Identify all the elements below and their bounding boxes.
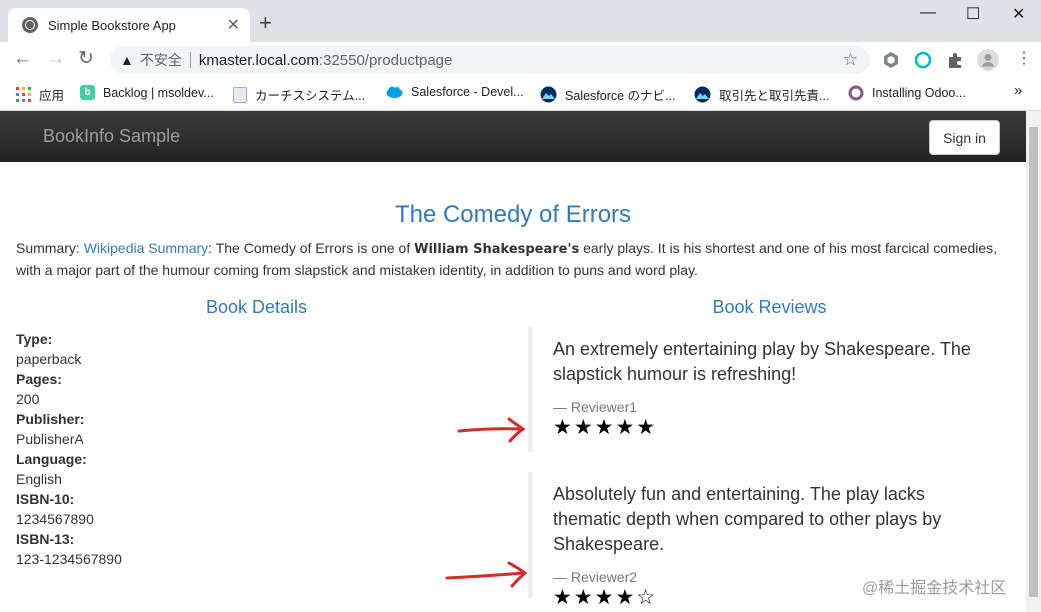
trailhead-icon xyxy=(540,86,557,103)
minimize-icon[interactable]: — xyxy=(920,4,936,22)
page-scrollbar[interactable] xyxy=(1026,111,1041,612)
address-bar[interactable]: ▲ 不安全 kmaster.local.com :32550/productpa… xyxy=(110,46,870,74)
back-arrow-icon[interactable]: ← xyxy=(13,48,32,70)
detail-value: 1234567890 xyxy=(16,511,94,527)
bookmark-label: カーチスシステム... xyxy=(255,89,366,103)
extension-ring-icon[interactable] xyxy=(914,51,932,69)
brand-link[interactable]: BookInfo Sample xyxy=(43,126,180,147)
bookmark-accounts[interactable]: 取引先と取引先責... xyxy=(694,85,829,104)
review-author: — Reviewer1 xyxy=(553,399,638,415)
detail-value: English xyxy=(16,471,62,487)
detail-label: ISBN-13: xyxy=(16,531,75,547)
detail-value: paperback xyxy=(16,351,82,367)
app-navbar: BookInfo Sample Sign in xyxy=(0,111,1026,162)
bookmark-label: 取引先と取引先責... xyxy=(719,89,830,103)
odoo-icon xyxy=(848,85,864,101)
tab-close-icon[interactable]: ✕ xyxy=(227,15,240,35)
security-label[interactable]: 不安全 xyxy=(140,50,182,70)
detail-value: 200 xyxy=(16,391,40,407)
forward-arrow-icon[interactable]: → xyxy=(46,48,65,70)
bookmark-salesforce-dev[interactable]: Salesforce - Devel... xyxy=(386,85,524,99)
document-icon xyxy=(233,86,247,103)
address-divider xyxy=(189,52,191,68)
book-details-list: Type: paperback Pages: 200 Publisher: Pu… xyxy=(16,329,122,569)
tab-strip: Simple Bookstore App ✕ + — ☐ ✕ xyxy=(0,0,1041,42)
url-host[interactable]: kmaster.local.com xyxy=(199,52,319,69)
book-summary: Summary: Wikipedia Summary: The Comedy o… xyxy=(16,238,1006,280)
trailhead-icon xyxy=(694,86,711,103)
summary-text: : The Comedy of Errors is one of xyxy=(208,240,415,256)
book-details-heading: Book Details xyxy=(205,297,308,317)
detail-value: PublisherA xyxy=(16,431,84,447)
maximize-icon[interactable]: ☐ xyxy=(966,4,980,24)
summary-prefix: Summary: xyxy=(16,240,84,256)
bookmark-label: 应用 xyxy=(39,89,65,103)
wikipedia-summary-link[interactable]: Wikipedia Summary xyxy=(84,240,208,256)
globe-icon xyxy=(22,17,38,33)
salesforce-cloud-icon xyxy=(386,86,403,98)
bookmark-label: Salesforce のナビ... xyxy=(565,89,676,103)
kebab-menu-icon[interactable]: ⋮ xyxy=(1016,48,1032,70)
backlog-icon: b xyxy=(80,85,95,100)
reload-icon[interactable]: ↻ xyxy=(78,48,94,70)
watermark: @稀土掘金技术社区 xyxy=(862,580,1007,597)
url-path[interactable]: :32550/productpage xyxy=(319,52,452,69)
bookmarks-bar: 应用 b Backlog | msoldev... カーチスシステム... Sa… xyxy=(0,78,1041,111)
bookmark-salesforce-nav[interactable]: Salesforce のナビ... xyxy=(540,85,675,104)
extensions-puzzle-icon[interactable] xyxy=(946,51,964,69)
bookmark-apps[interactable]: 应用 xyxy=(16,85,64,104)
profile-avatar-icon[interactable] xyxy=(977,49,999,71)
bookmark-label: Backlog | msoldev... xyxy=(103,85,214,100)
sign-in-button[interactable]: Sign in xyxy=(929,120,1000,155)
bookmarks-overflow-icon[interactable]: » xyxy=(1014,82,1022,99)
bookmark-curtis[interactable]: カーチスシステム... xyxy=(233,85,365,104)
detail-label: Publisher: xyxy=(16,411,85,427)
bookmark-backlog[interactable]: b Backlog | msoldev... xyxy=(80,85,214,100)
page-viewport: BookInfo Sample Sign in The Comedy of Er… xyxy=(0,111,1026,612)
detail-label: Pages: xyxy=(16,371,62,387)
scrollbar-thumb[interactable] xyxy=(1029,127,1038,597)
review-text: Absolutely fun and entertaining. The pla… xyxy=(553,484,942,554)
red-arrow-annotation xyxy=(457,417,526,443)
detail-value: 123-1234567890 xyxy=(16,551,122,567)
book-reviews-heading: Book Reviews xyxy=(712,297,827,317)
browser-tab[interactable]: Simple Bookstore App ✕ xyxy=(8,8,250,42)
close-window-icon[interactable]: ✕ xyxy=(1012,4,1025,24)
browser-toolbar: ← → ↻ ▲ 不安全 kmaster.local.com :32550/pro… xyxy=(0,42,1041,78)
extension-hexagon-icon[interactable] xyxy=(882,51,900,69)
bookmark-label: Installing Odoo... xyxy=(872,86,966,100)
bookmark-label: Salesforce - Devel... xyxy=(411,85,524,99)
review-text: An extremely entertaining play by Shakes… xyxy=(553,339,971,384)
bookmark-star-icon[interactable]: ☆ xyxy=(843,50,858,70)
book-title: The Comedy of Errors xyxy=(394,201,632,228)
review-stars: ★★★★★ xyxy=(553,416,658,439)
detail-label: ISBN-10: xyxy=(16,491,75,507)
red-arrow-annotation xyxy=(445,561,528,588)
review-card: An extremely entertaining play by Shakes… xyxy=(528,327,988,452)
detail-label: Type: xyxy=(16,331,53,347)
bookmark-odoo[interactable]: Installing Odoo... xyxy=(848,85,966,101)
summary-author: William Shakespeare's xyxy=(414,242,580,257)
new-tab-button[interactable]: + xyxy=(259,12,272,34)
tab-title: Simple Bookstore App xyxy=(48,17,176,33)
detail-label: Language: xyxy=(16,451,87,467)
apps-grid-icon xyxy=(16,87,31,102)
warning-icon[interactable]: ▲ xyxy=(120,52,134,68)
